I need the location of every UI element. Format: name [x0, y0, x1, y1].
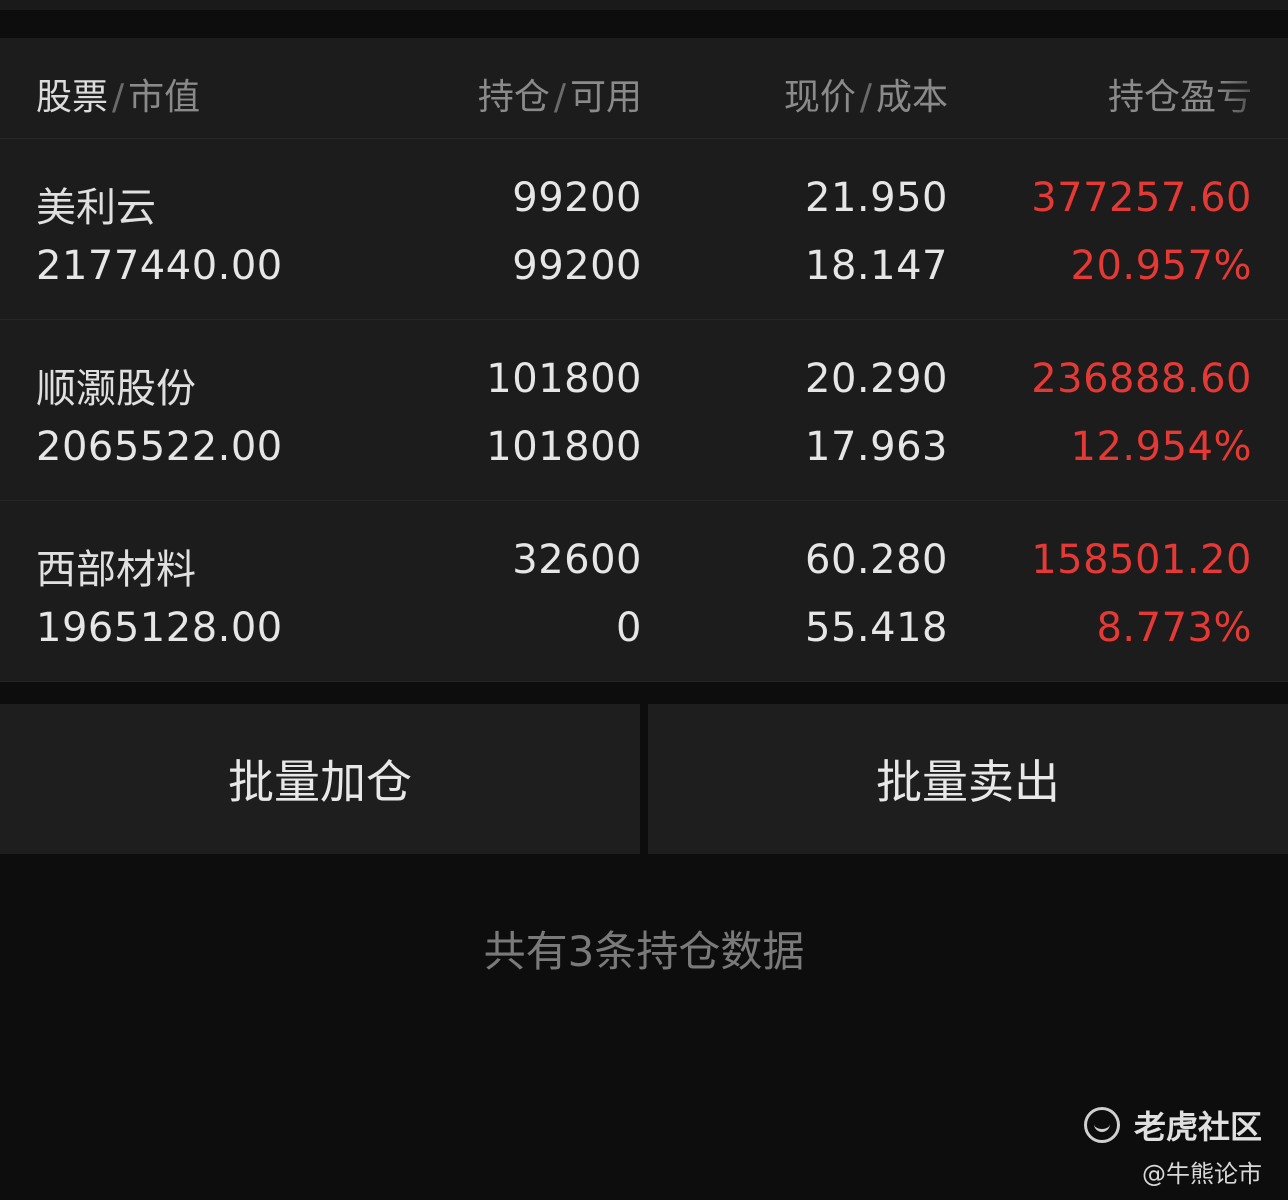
header-price: 现价	[783, 77, 856, 118]
pnl-amount: 377257.60	[1031, 175, 1252, 221]
holding-qty: 101800	[486, 356, 642, 402]
stock-name: 美利云	[36, 185, 156, 231]
tiger-logo-icon	[1083, 1107, 1120, 1143]
holding-qty: 32600	[512, 537, 642, 583]
header-separator: /	[553, 77, 566, 118]
header-holding-available[interactable]: 持仓 / 可用	[478, 68, 642, 120]
pnl-percent: 20.957%	[1070, 243, 1252, 289]
batch-add-button[interactable]: 批量加仓	[0, 704, 640, 854]
cost-price: 18.147	[805, 243, 948, 289]
header-holding: 持仓	[477, 77, 550, 118]
table-header: 股票 / 市值 持仓 / 可用 现价 / 成本 持仓盈亏	[0, 38, 1288, 139]
watermark-brand: 老虎社区	[1133, 1108, 1262, 1146]
available-qty: 101800	[486, 424, 642, 470]
available-qty: 0	[616, 605, 642, 651]
available-qty: 99200	[512, 243, 642, 289]
pnl-percent: 8.773%	[1096, 605, 1252, 651]
batch-sell-button[interactable]: 批量卖出	[648, 704, 1288, 854]
top-strip	[0, 0, 1288, 10]
header-fade	[1218, 38, 1288, 138]
watermark-handle: @牛熊论市	[1142, 1160, 1262, 1188]
pnl-percent: 12.954%	[1070, 424, 1252, 470]
header-market-value: 市值	[128, 77, 201, 118]
market-value: 2177440.00	[36, 243, 283, 289]
watermark: 老虎社区	[1083, 1102, 1262, 1148]
stock-name: 西部材料	[36, 547, 196, 593]
header-stock-marketvalue[interactable]: 股票 / 市值	[36, 68, 200, 120]
positions-table: 股票 / 市值 持仓 / 可用 现价 / 成本 持仓盈亏 美利云 2177440.00 99…	[0, 38, 1288, 682]
header-separator: /	[112, 77, 125, 118]
table-row[interactable]: 美利云 2177440.00 99200 99200 21.950 18.147…	[0, 139, 1288, 320]
header-price-cost[interactable]: 现价 / 成本	[784, 68, 948, 120]
cost-price: 55.418	[805, 605, 948, 651]
market-value: 1965128.00	[36, 605, 283, 651]
header-separator: /	[859, 77, 872, 118]
header-available: 可用	[569, 77, 642, 118]
pnl-amount: 236888.60	[1031, 356, 1252, 402]
stock-name: 顺灏股份	[36, 366, 196, 412]
pnl-amount: 158501.20	[1031, 537, 1252, 583]
holding-qty: 99200	[512, 175, 642, 221]
table-row[interactable]: 西部材料 1965128.00 32600 0 60.280 55.418 15…	[0, 501, 1288, 682]
header-cost: 成本	[875, 77, 948, 118]
cost-price: 17.963	[805, 424, 948, 470]
current-price: 21.950	[805, 175, 948, 221]
positions-count-summary: 共有3条持仓数据	[483, 927, 805, 976]
table-row[interactable]: 顺灏股份 2065522.00 101800 101800 20.290 17.…	[0, 320, 1288, 501]
batch-actions: 批量加仓 批量卖出	[0, 704, 1288, 854]
current-price: 60.280	[805, 537, 948, 583]
current-price: 20.290	[805, 356, 948, 402]
header-stock: 股票	[36, 77, 109, 118]
market-value: 2065522.00	[36, 424, 283, 470]
